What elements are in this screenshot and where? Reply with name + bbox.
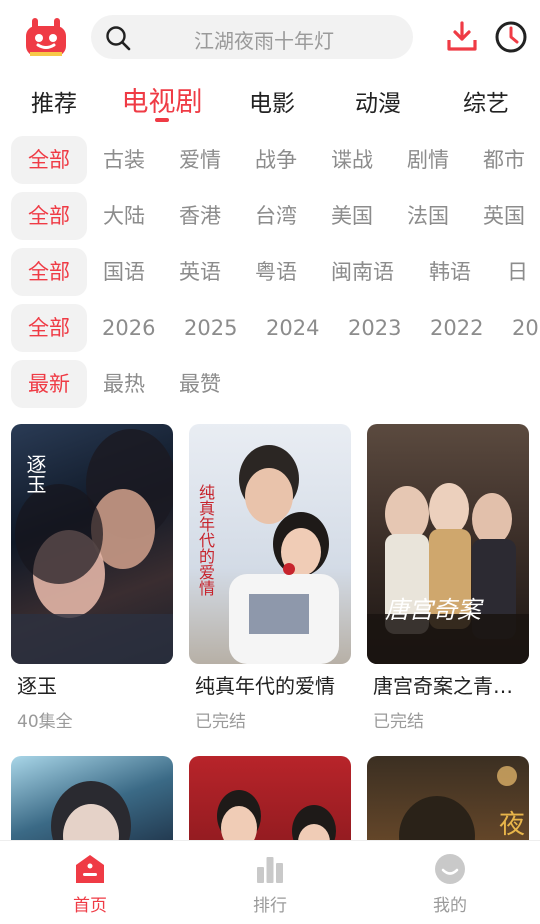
tab-tv-series[interactable]: 电视剧: [116, 80, 208, 124]
tab-anime[interactable]: 动漫: [350, 84, 406, 128]
poster-title-art: 逐玉: [23, 454, 47, 494]
nav-label: 首页: [73, 896, 107, 916]
filter-chip[interactable]: 战争: [255, 136, 297, 184]
nav-label: 我的: [433, 896, 467, 916]
filter-chip[interactable]: 谍战: [331, 136, 373, 184]
filter-chip[interactable]: 日: [507, 248, 528, 296]
filter-chip[interactable]: 2022: [430, 304, 483, 352]
filter-chip[interactable]: 剧情: [407, 136, 449, 184]
filter-chip[interactable]: 全部: [11, 192, 87, 240]
nav-ranking[interactable]: 排行: [210, 853, 330, 916]
active-tab-indicator: [155, 118, 169, 122]
video-card[interactable]: 逐玉 逐玉 40集全: [11, 424, 173, 732]
filter-chip[interactable]: 英国: [483, 192, 525, 240]
filter-chip[interactable]: 闽南语: [331, 248, 394, 296]
card-title: 纯真年代的爱情: [195, 674, 335, 698]
profile-smile-icon: [435, 854, 465, 884]
filter-chip[interactable]: 全部: [11, 248, 87, 296]
filter-chip[interactable]: 2023: [348, 304, 401, 352]
filter-chip[interactable]: 全部: [11, 304, 87, 352]
poster-title-art: 夜: [499, 810, 526, 840]
filter-chip[interactable]: 20: [512, 304, 539, 352]
filter-chip[interactable]: 都市: [483, 136, 525, 184]
filter-row-genre: 全部 古装 爱情 战争 谍战 剧情 都市: [0, 136, 540, 184]
filter-chip[interactable]: 国语: [103, 248, 145, 296]
filter-chip[interactable]: 2024: [266, 304, 319, 352]
poster-title-art: 纯真年代的爱情: [196, 484, 215, 596]
filter-chip[interactable]: 大陆: [103, 192, 145, 240]
filter-chip[interactable]: 美国: [331, 192, 373, 240]
nav-profile[interactable]: 我的: [390, 853, 510, 916]
filter-chip[interactable]: 古装: [103, 136, 145, 184]
top-bar: 江湖夜雨十年灯: [0, 0, 540, 76]
card-title: 逐玉: [17, 674, 57, 698]
filter-chip[interactable]: 最新: [11, 360, 87, 408]
card-title: 唐宫奇案之青雾风鸣: [373, 674, 525, 698]
search-placeholder: 江湖夜雨十年灯: [194, 29, 334, 53]
filter-chip[interactable]: 台湾: [255, 192, 297, 240]
poster-title-art: 唐宫奇案: [385, 596, 481, 624]
card-status: 40集全: [17, 712, 73, 732]
filter-chip[interactable]: 2025: [184, 304, 237, 352]
filter-chip[interactable]: 2026: [102, 304, 155, 352]
filter-chip[interactable]: 香港: [179, 192, 221, 240]
filter-chip[interactable]: 最赞: [179, 360, 221, 408]
tab-recommend[interactable]: 推荐: [26, 84, 82, 128]
search-bar[interactable]: 江湖夜雨十年灯: [91, 15, 413, 59]
filter-chip[interactable]: 最热: [103, 360, 145, 408]
ranking-bar-chart-icon: [257, 857, 283, 883]
video-card[interactable]: 唐宫奇案 唐宫奇案之青雾风鸣 已完结: [367, 424, 529, 732]
nav-label: 排行: [253, 896, 287, 916]
category-tabs: 推荐 电视剧 电影 动漫 综艺: [0, 78, 540, 126]
video-card[interactable]: 纯真年代的爱情 纯真年代的爱情 已完结: [189, 424, 351, 732]
filter-row-sort: 最新 最热 最赞: [0, 360, 540, 408]
poster-image: 逐玉: [11, 424, 173, 664]
filter-chip[interactable]: 英语: [179, 248, 221, 296]
filter-chip[interactable]: 爱情: [179, 136, 221, 184]
nav-home[interactable]: 首页: [30, 853, 150, 916]
poster-image: 唐宫奇案: [367, 424, 529, 664]
poster-image: 纯真年代的爱情: [189, 424, 351, 664]
filter-chip[interactable]: 粤语: [255, 248, 297, 296]
tab-movies[interactable]: 电影: [244, 84, 300, 128]
app-logo-icon[interactable]: [24, 16, 68, 60]
tab-variety[interactable]: 综艺: [458, 84, 514, 128]
filter-chip[interactable]: 全部: [11, 136, 87, 184]
filter-row-year: 全部 2026 2025 2024 2023 2022 20: [0, 304, 540, 352]
filter-chip[interactable]: 法国: [407, 192, 449, 240]
home-icon: [76, 855, 104, 883]
filter-row-region: 全部 大陆 香港 台湾 美国 法国 英国: [0, 192, 540, 240]
card-status: 已完结: [373, 712, 424, 732]
download-icon[interactable]: [446, 20, 478, 52]
history-clock-icon[interactable]: [494, 20, 528, 54]
filter-chip[interactable]: 韩语: [429, 248, 471, 296]
card-status: 已完结: [195, 712, 246, 732]
bottom-nav: 首页 排行 我的: [0, 840, 540, 924]
filter-row-language: 全部 国语 英语 粤语 闽南语 韩语 日: [0, 248, 540, 296]
